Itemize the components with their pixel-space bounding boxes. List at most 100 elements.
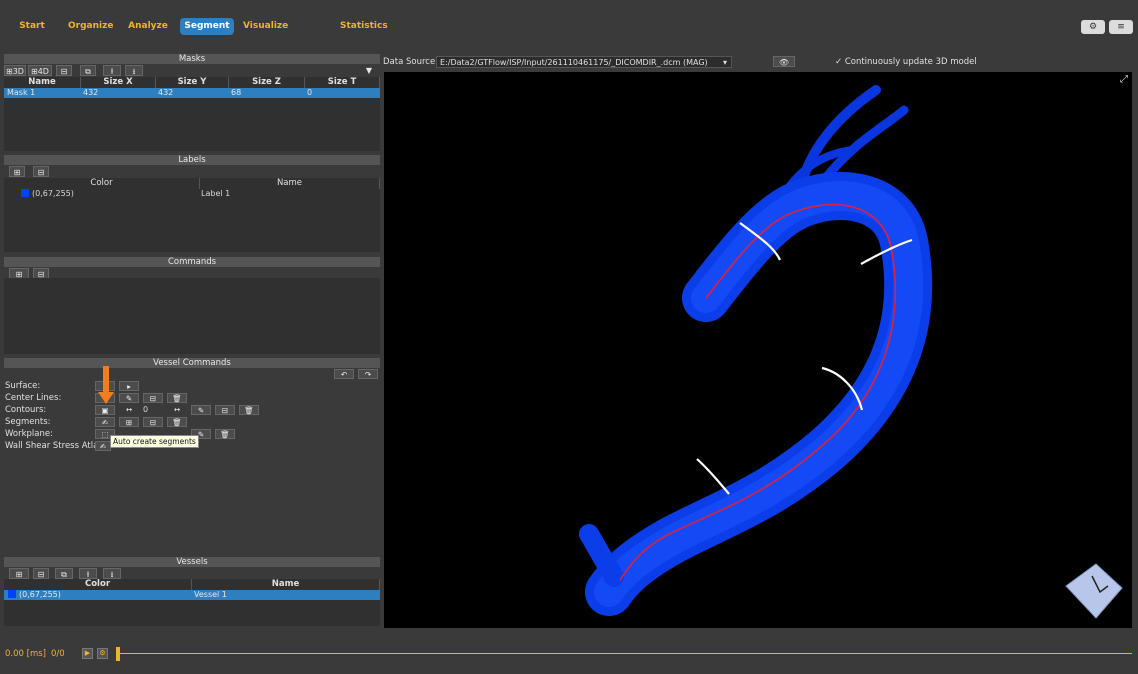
timeline-handle[interactable] [116,647,120,661]
column-header[interactable]: Name [192,579,380,590]
expand-icon[interactable]: ⤢ [1120,74,1128,85]
mask-name: Mask 1 [7,88,36,97]
trash-icon[interactable]: 🗑 [167,417,187,427]
table-row[interactable]: Mask 1 432 432 68 0 [4,88,380,98]
label-color-value: (0,67,255) [32,189,74,198]
play-icon[interactable]: ▶ [82,648,93,659]
add-segment-icon[interactable]: ⊞ [119,417,139,427]
trash-icon[interactable]: 🗑 [239,405,259,415]
column-header[interactable]: Name [200,178,380,189]
filter-icon[interactable]: ▼ [360,65,378,76]
labels-table: Color Name (0,67,255) Label 1 [4,178,380,252]
timeline-settings-icon[interactable]: ⚙ [97,648,108,659]
menu-icon[interactable]: ≡ [1109,20,1133,34]
add-label-button[interactable]: ⊞ [9,166,25,177]
labels-title: Labels [4,155,380,165]
edit-icon[interactable]: ✎ [191,405,211,415]
mask-size-y: 432 [158,88,174,97]
frame-display: 0/0 [51,649,65,659]
timeline-track[interactable] [116,653,1132,654]
undo-button[interactable]: ↶ [334,369,354,379]
wand-icon[interactable]: ✍ [95,441,111,451]
add-4d-mask-button[interactable]: ⊞4D [28,65,52,76]
upload-icon[interactable]: ⭱ [79,568,97,579]
vessel-color-value: (0,67,255) [19,590,61,599]
segments-label: Segments: [5,417,51,427]
labels-toolbar: ⊞ ⊟ [4,166,380,178]
eye-icon[interactable]: 👁 [773,56,795,67]
add-vessel-button[interactable]: ⊞ [9,568,29,579]
tab-analyze[interactable]: Analyze [128,18,168,35]
tab-segment[interactable]: Segment [180,18,234,35]
edit-icon[interactable]: ✎ [119,393,139,403]
surface-label: Surface: [5,381,41,391]
minus-icon[interactable]: ⊟ [215,405,235,415]
table-row[interactable]: (0,67,255) Vessel 1 [4,590,380,600]
commands-title: Commands [4,257,380,267]
label-color: (0,67,255) [21,189,74,199]
minus-icon[interactable]: ⊟ [143,417,163,427]
workplane-label: Workplane: [5,429,53,439]
tab-visualize[interactable]: Visualize [243,18,288,35]
column-header[interactable]: Size T [305,77,380,88]
vessel-commands-title: Vessel Commands [4,358,380,368]
color-swatch [8,590,16,598]
data-source-bar: Data Source: E:/Data2/GTFlow/ISP/Input/2… [383,56,1133,70]
column-header[interactable]: Size Z [229,77,305,88]
timeline-bar: 0.00 [ms] 0/0 ▶ ⚙ [0,640,1138,670]
column-header[interactable]: Name [4,77,81,88]
trash-icon[interactable]: 🗑 [215,429,235,439]
trash-icon[interactable]: 🗑 [167,393,187,403]
vessel-color: (0,67,255) [8,590,61,600]
add-3d-mask-button[interactable]: ⊞3D [4,65,26,76]
tooltip: Auto create segments [110,435,199,448]
download-icon[interactable]: ⭳ [103,568,121,579]
vessels-title: Vessels [4,557,380,567]
masks-toolbar: ⊞3D ⊞4D ⊟ ⧉ ⭱ ⭳ ▼ [4,65,380,77]
vessel-name: Vessel 1 [194,590,227,599]
contours-label: Contours: [5,405,47,415]
contours-count[interactable]: 0 [143,405,165,415]
download-icon[interactable]: ⭳ [125,65,143,76]
mask-size-x: 432 [83,88,99,97]
contours-button[interactable]: ▣ [95,405,115,415]
column-header[interactable]: Color [4,178,200,189]
resize-icon[interactable]: ↔ [167,405,187,415]
masks-title: Masks [4,54,380,64]
label-name: Label 1 [201,189,231,198]
left-panel: Masks ⊞3D ⊞4D ⊟ ⧉ ⭱ ⭳ ▼ Name Size X Size… [4,54,380,630]
continuous-update-checkbox[interactable]: ✓ Continuously update 3D model [835,56,977,68]
redo-button[interactable]: ↷ [358,369,378,379]
table-row[interactable]: (0,67,255) Label 1 [4,189,380,199]
tab-start[interactable]: Start [15,18,49,35]
column-header[interactable]: Color [4,579,192,590]
column-header[interactable]: Size X [81,77,156,88]
color-swatch [21,189,29,197]
data-source-label: Data Source: [383,57,439,67]
center-lines-label: Center Lines: [5,393,62,403]
remove-vessel-button[interactable]: ⊟ [33,568,49,579]
resize-icon[interactable]: ↔ [119,405,139,415]
aorta-3d-model[interactable] [384,72,1132,628]
copy-vessel-button[interactable]: ⧉ [55,568,73,579]
vessels-table: Color Name (0,67,255) Vessel 1 [4,579,380,626]
wand-icon[interactable]: ✍ [95,417,115,427]
column-header[interactable]: Size Y [156,77,229,88]
copy-mask-button[interactable]: ⧉ [80,65,96,76]
mask-size-t: 0 [307,88,313,97]
data-source-select[interactable]: E:/Data2/GTFlow/ISP/Input/261110461175/_… [436,56,732,68]
commands-list [4,278,380,354]
minus-icon[interactable]: ⊟ [143,393,163,403]
remove-label-button[interactable]: ⊟ [33,166,49,177]
tab-statistics[interactable]: Statistics [340,18,388,35]
surface-play-button[interactable]: ▸ [119,381,139,391]
tab-organize[interactable]: Organize [68,18,113,35]
3d-viewport[interactable]: ⤢ [384,72,1132,628]
settings-icon[interactable]: ⚙ [1081,20,1105,34]
wss-atlas-label: Wall Shear Stress Atlas: [5,441,106,451]
remove-mask-button[interactable]: ⊟ [56,65,72,76]
upload-icon[interactable]: ⭱ [103,65,121,76]
time-display: 0.00 [ms] [5,649,46,659]
masks-table: Name Size X Size Y Size Z Size T Mask 1 … [4,77,380,151]
data-source-value: E:/Data2/GTFlow/ISP/Input/261110461175/_… [440,58,708,67]
